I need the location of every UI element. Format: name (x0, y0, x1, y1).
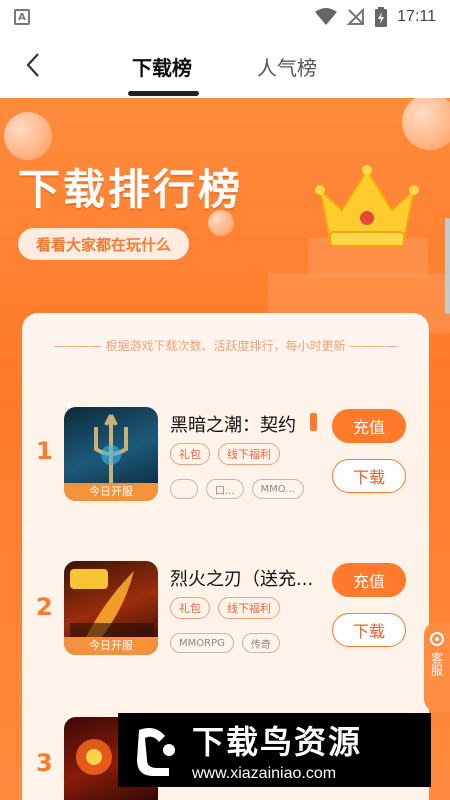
genre-tag: 口... (206, 479, 244, 499)
watermark: 下载鸟资源 www.xiazainiao.com (118, 713, 431, 787)
recharge-button[interactable]: 充值 (332, 563, 406, 597)
rank-number: 3 (36, 749, 53, 777)
rank-number: 2 (36, 593, 53, 621)
tab-download-rank[interactable]: 下载榜 (132, 52, 192, 81)
customer-service-label: 客服 (429, 652, 444, 676)
download-button[interactable]: 下载 (332, 459, 406, 493)
tag-offline-welfare: 线下福利 (218, 443, 280, 465)
status-icons: 17:11 (315, 7, 436, 27)
bird-logo-icon (124, 719, 182, 781)
list-item[interactable]: 2 今日开服 烈火之刃（送充... 礼包 线下福利 MMORPG 传奇 充值 下… (22, 539, 429, 681)
tag-gift: 礼包 (170, 443, 210, 465)
list-note: ———— 根据游戏下载次数、活跃度排行，每小时更新 ———— (53, 339, 398, 353)
bubble-decoration (402, 98, 450, 150)
hero-title: 下载排行榜 (18, 165, 244, 214)
bubble-decoration (4, 112, 52, 160)
open-today-tag: 今日开服 (64, 637, 158, 655)
wifi-icon (315, 8, 338, 25)
genre-tags: 口... MMO... (170, 479, 304, 499)
customer-service-button[interactable]: 客服 (424, 622, 450, 712)
name-marker (310, 413, 317, 431)
download-button[interactable]: 下载 (332, 613, 406, 647)
no-signal-icon (347, 8, 365, 25)
genre-tag: MMO... (251, 479, 304, 499)
benefit-tags: 礼包 线下福利 (170, 597, 280, 619)
game-icon[interactable]: 今日开服 (64, 561, 158, 655)
status-time: 17:11 (397, 8, 436, 25)
status-bar: A 17:11 (0, 0, 450, 34)
hero-banner: 下载排行榜 看看大家都在玩什么 ———— 根据游戏下载次数、活跃度排行，每小时更… (0, 98, 450, 800)
list-item[interactable]: 1 今日开服 黑暗之潮：契约 礼包 线下福利 口... MMO... 充值 下载 (22, 383, 429, 525)
rank-number: 1 (36, 437, 53, 465)
watermark-title: 下载鸟资源 (192, 723, 363, 761)
open-today-tag: 今日开服 (64, 483, 158, 501)
notification-a-icon: A (14, 9, 30, 25)
tag-offline-welfare: 线下福利 (218, 597, 280, 619)
watermark-url: www.xiazainiao.com (192, 765, 337, 782)
top-nav: 下载榜 人气榜 (0, 34, 450, 98)
chevron-left-icon (26, 53, 39, 77)
tab-popular-rank[interactable]: 人气榜 (257, 52, 317, 81)
crown-icon (315, 165, 419, 247)
tag-gift: 礼包 (170, 597, 210, 619)
genre-tag: MMORPG (170, 633, 234, 653)
genre-tag: 传奇 (241, 633, 280, 653)
game-icon[interactable]: 今日开服 (64, 407, 158, 501)
hero-subtitle: 看看大家都在玩什么 (18, 228, 190, 260)
battery-charging-icon (375, 7, 388, 27)
benefit-tags: 礼包 线下福利 (170, 443, 280, 465)
game-name: 黑暗之潮：契约 (170, 415, 296, 436)
recharge-button[interactable]: 充值 (332, 409, 406, 443)
headset-icon (430, 632, 444, 646)
back-button[interactable] (18, 50, 48, 80)
scrollbar[interactable] (445, 218, 450, 314)
game-name: 烈火之刃（送充... (170, 569, 314, 590)
genre-tag (170, 479, 198, 499)
genre-tags: MMORPG 传奇 (170, 633, 280, 653)
tab-indicator (128, 91, 199, 96)
